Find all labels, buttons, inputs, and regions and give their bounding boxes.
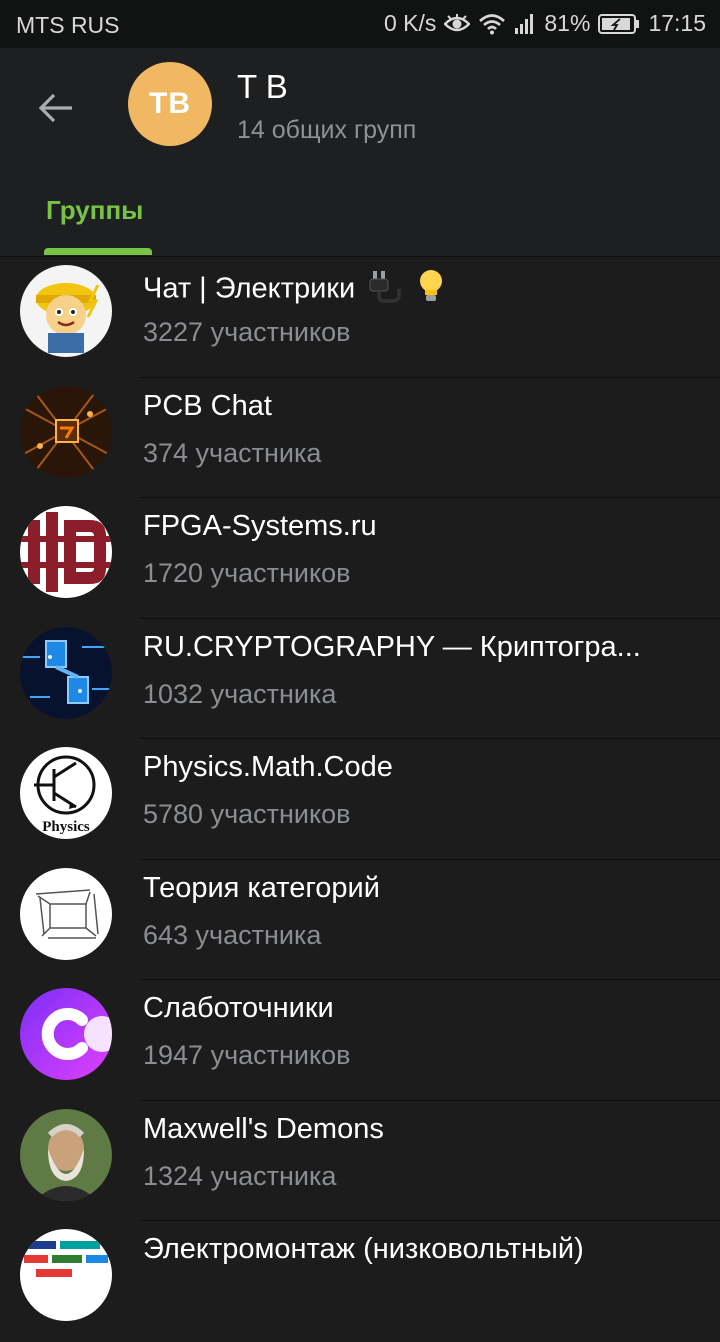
list-item[interactable]: FPGA-Systems.ru 1720 участников [0,498,720,619]
fpga-logo-icon [20,506,112,598]
clock: 17:15 [648,10,706,36]
battery-percent: 81% [544,10,591,36]
group-name: PCB Chat [143,389,272,422]
member-count: 1947 участников [143,1040,351,1070]
member-count: 1324 участника [143,1160,337,1191]
group-name: RU.CRYPTOGRAPHY — Криптогра... [143,630,641,663]
list-item[interactable]: Maxwell's Demons 1324 участника [0,1101,720,1221]
arrow-left-icon [38,93,72,123]
member-count: 3227 участников [143,317,351,347]
group-avatar [20,1229,112,1321]
list-item[interactable]: RU.CRYPTOGRAPHY — Криптогра... 1032 учас… [0,619,720,739]
page-title: T B [237,68,288,105]
group-name: Physics.Math.Code [143,751,393,783]
group-avatar [20,506,112,598]
back-button[interactable] [26,78,86,138]
plug-icon [369,269,403,311]
group-name: Электромонтаж (низковольтный) [143,1233,584,1265]
tab-indicator [44,248,152,255]
status-bar: MTS RUS 0 K/s 81% 17:15 [0,0,720,48]
eye-icon [444,13,471,34]
group-avatar: Physics [20,747,112,839]
c-logo-icon [20,988,112,1080]
network-speed: 0 K/s [383,10,437,36]
member-count: 643 участника [143,919,322,950]
tab-bar: Группы [0,168,720,257]
groups-list: Чат | Электрики 3227 участников PCB Chat… [0,257,720,1342]
list-item[interactable]: Слаботочники 1947 участников [0,980,720,1101]
carrier-label: MTS RUS [16,12,120,38]
list-item[interactable]: Электромонтаж (низковольтный) [0,1221,720,1342]
group-name: Maxwell's Demons [143,1112,384,1145]
wifi-icon [478,13,506,35]
group-avatar [20,265,112,357]
member-count: 5780 участников [143,799,351,829]
lightbulb-icon [417,269,445,311]
crypto-chip-icon [20,626,112,719]
electrician-mascot-icon [20,265,112,357]
list-item[interactable]: Теория категорий 643 участника [0,860,720,980]
group-name: FPGA-Systems.ru [143,510,377,542]
group-avatar [20,988,112,1080]
circuit-board-icon [20,385,112,478]
group-name: Чат | Электрики [143,269,445,311]
signal-icon [514,13,536,35]
maxwell-portrait-icon [20,1108,112,1201]
list-item[interactable]: PCB Chat 374 участника [0,378,720,498]
group-avatar [20,385,112,478]
list-item[interactable]: Чат | Электрики 3227 участников [0,257,720,378]
group-avatar [20,1108,112,1201]
member-count: 1032 участника [143,678,337,709]
group-avatar [20,867,112,960]
group-avatar [20,626,112,719]
member-count: 1720 участников [143,558,351,588]
transistor-logo-icon: Physics [20,747,112,839]
group-name: Теория категорий [143,871,380,904]
group-name: Слаботочники [143,992,334,1024]
member-count: 374 участника [143,437,322,468]
tab-groups[interactable]: Группы [46,195,143,226]
commutative-diagram-icon [20,867,112,960]
profile-header: TB T B 14 общих групп [0,48,720,168]
brands-collage-icon [20,1229,112,1321]
common-groups-count: 14 общих групп [237,116,417,144]
battery-icon [598,13,640,35]
list-item[interactable]: Physics Physics.Math.Code 5780 участнико… [0,739,720,860]
avatar[interactable]: TB [128,62,212,146]
svg-text:Physics: Physics [42,819,90,835]
